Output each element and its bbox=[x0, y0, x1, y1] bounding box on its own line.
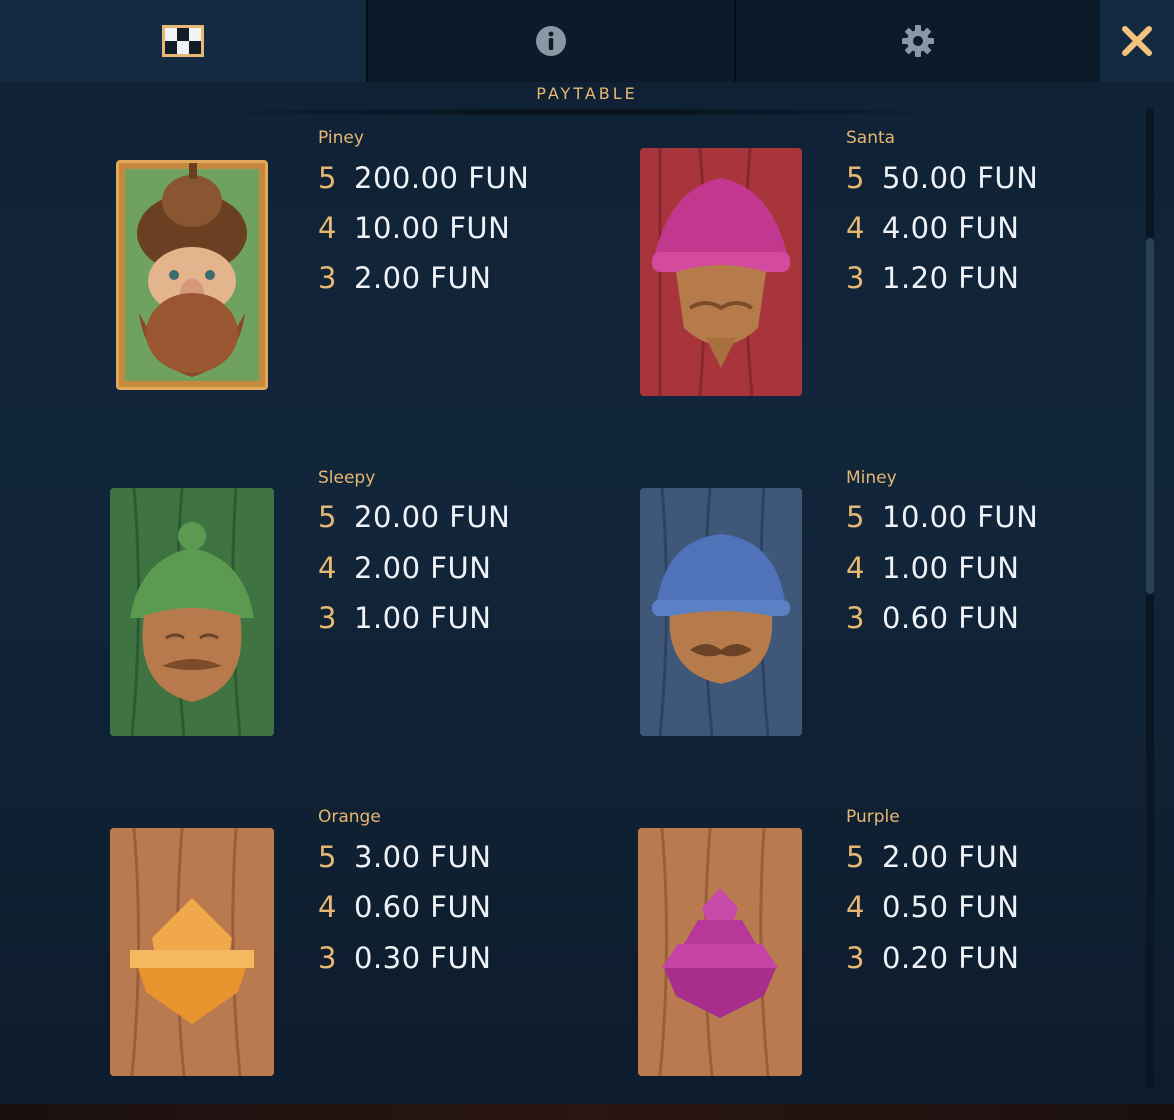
tab-info[interactable] bbox=[366, 0, 734, 82]
pay-row: 5 3.00 FUN bbox=[318, 837, 491, 877]
pay-row: 5 20.00 FUN bbox=[318, 497, 510, 537]
pay-value: 1.00 FUN bbox=[882, 551, 1020, 585]
pay-value: 2.00 FUN bbox=[882, 840, 1020, 874]
pay-row: 5 200.00 FUN bbox=[318, 158, 529, 198]
pay-row: 3 2.00 FUN bbox=[318, 258, 491, 298]
pay-row: 4 0.50 FUN bbox=[846, 887, 1019, 927]
pay-count: 5 bbox=[846, 161, 865, 195]
pay-value: 20.00 FUN bbox=[354, 500, 511, 534]
pay-row: 3 0.20 FUN bbox=[846, 938, 1019, 978]
pay-row: 4 4.00 FUN bbox=[846, 208, 1019, 248]
pay-count: 3 bbox=[846, 261, 865, 295]
pay-value: 2.00 FUN bbox=[354, 261, 492, 295]
miney-symbol-image bbox=[640, 488, 802, 736]
pay-row: 3 1.00 FUN bbox=[318, 598, 491, 638]
pay-count: 5 bbox=[846, 500, 865, 534]
gear-icon bbox=[902, 25, 934, 57]
symbol-name: Purple bbox=[846, 807, 900, 827]
pay-count: 3 bbox=[846, 601, 865, 635]
pay-row: 5 50.00 FUN bbox=[846, 158, 1038, 198]
pay-row: 5 10.00 FUN bbox=[846, 497, 1038, 537]
pay-row: 3 0.30 FUN bbox=[318, 938, 491, 978]
close-icon bbox=[1122, 26, 1152, 56]
pay-count: 4 bbox=[318, 211, 337, 245]
pay-value: 3.00 FUN bbox=[354, 840, 492, 874]
pay-count: 3 bbox=[318, 261, 337, 295]
pay-value: 0.60 FUN bbox=[882, 601, 1020, 635]
pay-value: 50.00 FUN bbox=[882, 161, 1039, 195]
tab-settings[interactable] bbox=[734, 0, 1100, 82]
pay-row: 3 1.20 FUN bbox=[846, 258, 1019, 298]
symbol-name: Piney bbox=[318, 128, 364, 148]
pay-count: 4 bbox=[318, 890, 337, 924]
orange-gem-symbol-image bbox=[110, 828, 274, 1076]
pay-count: 5 bbox=[318, 840, 337, 874]
pay-row: 3 0.60 FUN bbox=[846, 598, 1019, 638]
pay-value: 0.50 FUN bbox=[882, 890, 1020, 924]
pay-value: 2.00 FUN bbox=[354, 551, 492, 585]
pay-row: 4 2.00 FUN bbox=[318, 548, 491, 588]
pay-row: 4 10.00 FUN bbox=[318, 208, 510, 248]
pay-count: 3 bbox=[318, 941, 337, 975]
info-icon bbox=[536, 26, 566, 56]
pay-count: 5 bbox=[318, 500, 337, 534]
symbol-name: Orange bbox=[318, 807, 381, 827]
pay-row: 4 0.60 FUN bbox=[318, 887, 491, 927]
symbol-name: Sleepy bbox=[318, 468, 376, 488]
checkered-grid-icon bbox=[162, 25, 204, 57]
pay-row: 4 1.00 FUN bbox=[846, 548, 1019, 588]
pay-value: 10.00 FUN bbox=[882, 500, 1039, 534]
close-button[interactable] bbox=[1100, 0, 1174, 82]
pay-value: 200.00 FUN bbox=[354, 161, 530, 195]
purple-gem-symbol-image bbox=[638, 828, 802, 1076]
pay-value: 1.00 FUN bbox=[354, 601, 492, 635]
pay-count: 4 bbox=[318, 551, 337, 585]
pay-count: 3 bbox=[318, 601, 337, 635]
pay-count: 4 bbox=[846, 890, 865, 924]
pay-value: 1.20 FUN bbox=[882, 261, 1020, 295]
sleepy-symbol-image bbox=[110, 488, 274, 736]
title-divider bbox=[190, 108, 970, 116]
pay-count: 4 bbox=[846, 211, 865, 245]
pay-value: 0.30 FUN bbox=[354, 941, 492, 975]
tab-bar bbox=[0, 0, 1174, 82]
pay-count: 4 bbox=[846, 551, 865, 585]
symbol-name: Miney bbox=[846, 468, 897, 488]
scrollbar-thumb[interactable] bbox=[1146, 238, 1154, 594]
bottom-game-edge bbox=[0, 1104, 1174, 1120]
pay-value: 10.00 FUN bbox=[354, 211, 511, 245]
pay-count: 5 bbox=[846, 840, 865, 874]
section-title: PAYTABLE bbox=[536, 84, 638, 103]
pay-value: 0.20 FUN bbox=[882, 941, 1020, 975]
piney-symbol-image bbox=[116, 160, 268, 390]
pay-count: 3 bbox=[846, 941, 865, 975]
pay-row: 5 2.00 FUN bbox=[846, 837, 1019, 877]
tab-paytable[interactable] bbox=[0, 0, 366, 82]
santa-symbol-image bbox=[640, 148, 802, 396]
pay-value: 4.00 FUN bbox=[882, 211, 1020, 245]
pay-value: 0.60 FUN bbox=[354, 890, 492, 924]
symbol-name: Santa bbox=[846, 128, 896, 148]
pay-count: 5 bbox=[318, 161, 337, 195]
